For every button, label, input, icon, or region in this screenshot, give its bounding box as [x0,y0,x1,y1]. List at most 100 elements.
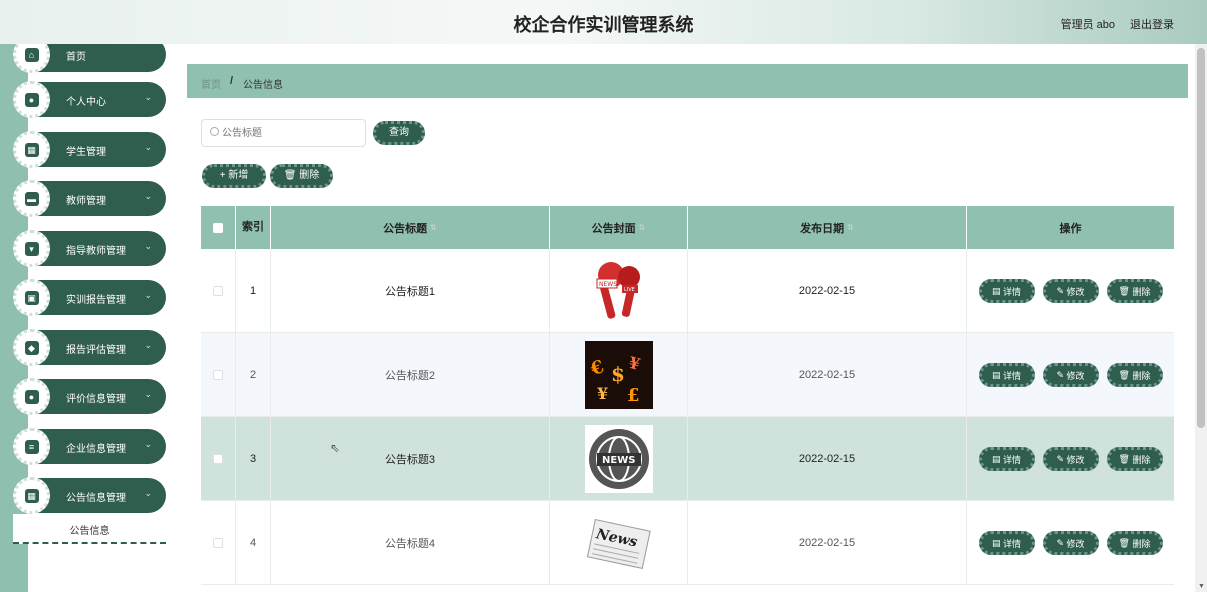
main-content: 首页 / 公告信息 查询 + 新增 🗑 删除 索引 公告标题⇅ 公告封面⇅ 发布… [181,44,1195,592]
app-title: 校企合作实训管理系统 [513,15,694,35]
row-select-cell[interactable] [201,249,236,333]
search-box [201,119,366,147]
delete-button[interactable]: 🗑 删除 [1106,279,1163,303]
edit-button[interactable]: ✎ 修改 [1042,279,1099,303]
edit-button[interactable]: ✎ 修改 [1042,531,1099,555]
row-date: 2022-02-15 [688,249,967,333]
row-date: 2022-02-15 [688,501,967,585]
detail-button[interactable]: ▤ 详情 [978,447,1035,471]
sidebar-item-2[interactable]: ▦ 学生管理 ⌄ [13,131,166,168]
gear-badge: ▾ [13,230,50,267]
sidebar-item-3[interactable]: ▬ 教师管理 ⌄ [13,180,166,217]
breadcrumb: 首页 / 公告信息 [187,64,1188,98]
row-actions: ▤ 详情 ✎ 修改 🗑 删除 [967,249,1174,333]
sidebar-item-5[interactable]: ▣ 实训报告管理 ⌄ [13,279,166,316]
col-title[interactable]: 公告标题 ⇅ [271,206,550,249]
delete-button[interactable]: 🗑 删除 [1106,363,1163,387]
sidebar-item-1[interactable]: ● 个人中心 ⌄ [13,81,166,118]
sidebar-item-label: 教师管理 [66,196,106,207]
detail-button[interactable]: ▤ 详情 [978,279,1035,303]
sidebar-item-label: 实训报告管理 [66,295,126,306]
sliders-icon: ≡ [24,439,39,454]
chevron-down-icon: ⌄ [144,439,152,449]
page-scrollbar[interactable]: ▼ [1195,44,1207,592]
detail-button-label: 详情 [1003,370,1022,381]
table-row[interactable]: 1 公告标题1 NEWS LIVE 2022-02-15 ▤ 详情 ✎ 修改 🗑 删除 [201,249,1174,333]
sidebar-item-label: 评价信息管理 [66,394,126,405]
search-input[interactable] [222,124,362,142]
row-title: 公告标题2 [271,333,550,417]
pencil-icon: ✎ [1056,285,1067,296]
select-all-cell[interactable] [201,206,236,249]
sidebar-item-8[interactable]: ≡ 企业信息管理 ⌄ [13,428,166,465]
sidebar-item-9[interactable]: ▦ 公告信息管理 ⌄ [13,477,166,514]
chevron-down-icon: ⌄ [144,488,152,498]
row-actions: ▤ 详情 ✎ 修改 🗑 删除 [967,417,1174,501]
delete-button[interactable]: 🗑 删除 [1106,447,1163,471]
cup-icon: ▾ [24,241,39,256]
sidebar-item-0[interactable]: ⌂ 首页 [13,44,166,73]
col-title-label: 公告标题 [383,222,428,235]
trash-icon: 🗑 [1118,537,1133,548]
sidebar-item-7[interactable]: ● 评价信息管理 ⌄ [13,378,166,415]
svg-text:NEWS: NEWS [599,281,617,288]
row-index: 2 [236,333,271,417]
app-header: 校企合作实训管理系统 管理员 abo 退出登录 [0,0,1207,44]
edit-button[interactable]: ✎ 修改 [1042,447,1099,471]
table-row[interactable]: 2 公告标题2 € $ ¥ ¥ £2022-02-15 ▤ 详情 ✎ 修改 🗑 删除 [201,333,1174,417]
add-button[interactable]: + 新增 [202,164,266,188]
sidebar-subitem-notice-info[interactable]: 公告信息 [13,514,166,544]
delete-selected-button[interactable]: 🗑 删除 [270,164,333,188]
chevron-down-icon: ⌄ [144,92,152,102]
col-cover[interactable]: 公告封面 ⇅ [550,206,688,249]
home-icon: ⌂ [24,47,39,62]
sidebar-item-6[interactable]: ◆ 报告评估管理 ⌄ [13,329,166,366]
row-actions: ▤ 详情 ✎ 修改 🗑 删除 [967,501,1174,585]
svg-text:NEWS: NEWS [602,455,635,466]
search-icon [210,127,219,136]
gear-badge: ▦ [13,131,50,168]
gear-badge: ● [13,378,50,415]
detail-button[interactable]: ▤ 详情 [978,363,1035,387]
user-icon: ● [24,92,39,107]
scroll-down-icon[interactable]: ▼ [1198,583,1205,590]
pencil-icon: ✎ [1056,453,1067,464]
row-checkbox[interactable] [213,454,223,464]
briefcase-icon: ▬ [24,191,39,206]
row-title: 公告标题3 [271,417,550,501]
delete-button-label: 删除 [1132,286,1151,297]
table-row[interactable]: 3 公告标题3 NEWS 2022-02-15 ▤ 详情 ✎ 修改 🗑 删除 [201,417,1174,501]
pencil-icon: ✎ [1056,537,1067,548]
sidebar-item-label: 个人中心 [66,97,106,108]
row-checkbox[interactable] [213,286,223,296]
detail-button-label: 详情 [1003,538,1022,549]
select-all-checkbox[interactable] [213,222,223,233]
query-button[interactable]: 查询 [373,121,425,145]
chevron-down-icon: ⌄ [144,340,152,350]
row-cover-cell: News [550,501,688,585]
row-checkbox[interactable] [213,370,223,380]
sidebar: ⌂ 首页 ● 个人中心 ⌄ ▦ 学生管理 ⌄ ▬ 教师管理 ⌄ ▾ 指导教师管理 ⌄ ▣ 实训报告管理 ⌄ ◆ 报告… [0,44,181,592]
breadcrumb-home[interactable]: 首页 [201,76,221,91]
row-select-cell[interactable] [201,417,236,501]
sidebar-item-4[interactable]: ▾ 指导教师管理 ⌄ [13,230,166,267]
delete-button[interactable]: 🗑 删除 [1106,531,1163,555]
breadcrumb-current: 公告信息 [243,80,283,91]
trash-icon: 🗑 [1118,453,1133,464]
gear-badge: ≡ [13,428,50,465]
svg-text:LIVE: LIVE [624,287,635,293]
sidebar-item-label: 报告评估管理 [66,345,126,356]
gear-badge: ▦ [13,477,50,514]
row-cover-cell: € $ ¥ ¥ £ [550,333,688,417]
table-row[interactable]: 4 公告标题4 News 2022-02-15 ▤ 详情 ✎ 修改 🗑 删除 [201,501,1174,585]
logout-link[interactable]: 退出登录 [1130,16,1174,32]
row-index: 3 [236,417,271,501]
scrollbar-thumb[interactable] [1197,48,1205,428]
detail-button[interactable]: ▤ 详情 [978,531,1035,555]
pencil-icon: ✎ [1056,369,1067,380]
row-select-cell[interactable] [201,333,236,417]
col-date[interactable]: 发布日期 ⇅ [688,206,967,249]
edit-button[interactable]: ✎ 修改 [1042,363,1099,387]
row-select-cell[interactable] [201,501,236,585]
row-checkbox[interactable] [213,538,223,548]
